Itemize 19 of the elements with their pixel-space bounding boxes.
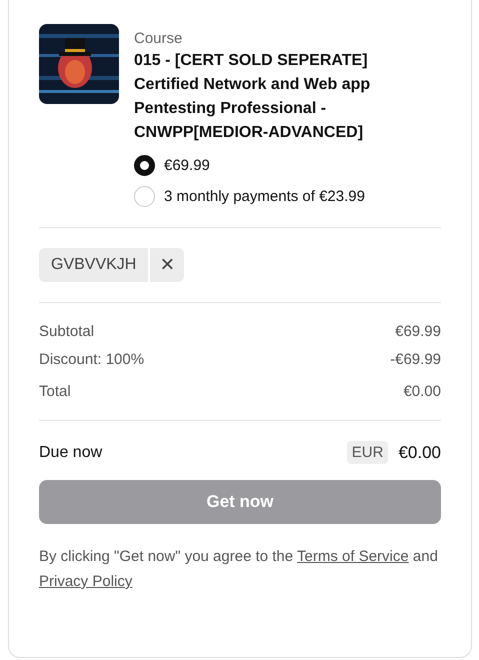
- due-now-label: Due now: [39, 444, 102, 462]
- coupon-code: GVBVVKJH: [39, 248, 148, 282]
- summary-label: Discount: 100%: [39, 351, 144, 368]
- price-option-label: 3 monthly payments of €23.99: [164, 188, 365, 205]
- summary-label: Subtotal: [39, 323, 94, 340]
- terms-link[interactable]: Terms of Service: [297, 548, 409, 565]
- radio-button[interactable]: [134, 155, 155, 176]
- currency-badge: EUR: [346, 441, 388, 464]
- summary-value: -€69.99: [390, 351, 441, 368]
- price-option-label: €69.99: [164, 157, 210, 174]
- terms-text: By clicking "Get now" you agree to the Terms of Service and Privacy Policy: [39, 547, 439, 592]
- due-amount: €0.00: [398, 442, 441, 462]
- product-type-label: Course: [134, 29, 184, 49]
- product-title: 015 - [CERT SOLD SEPERATE] Certified Network and Web app Pentesting Professional - CNWPP[MEDIOR-ADVANCED]: [134, 51, 372, 143]
- summary-value: €0.00: [403, 383, 441, 400]
- summary-value: €69.99: [395, 323, 441, 340]
- summary-label: Total: [39, 383, 71, 400]
- remove-coupon-button[interactable]: ×: [150, 248, 184, 282]
- privacy-link[interactable]: Privacy Policy: [39, 573, 132, 590]
